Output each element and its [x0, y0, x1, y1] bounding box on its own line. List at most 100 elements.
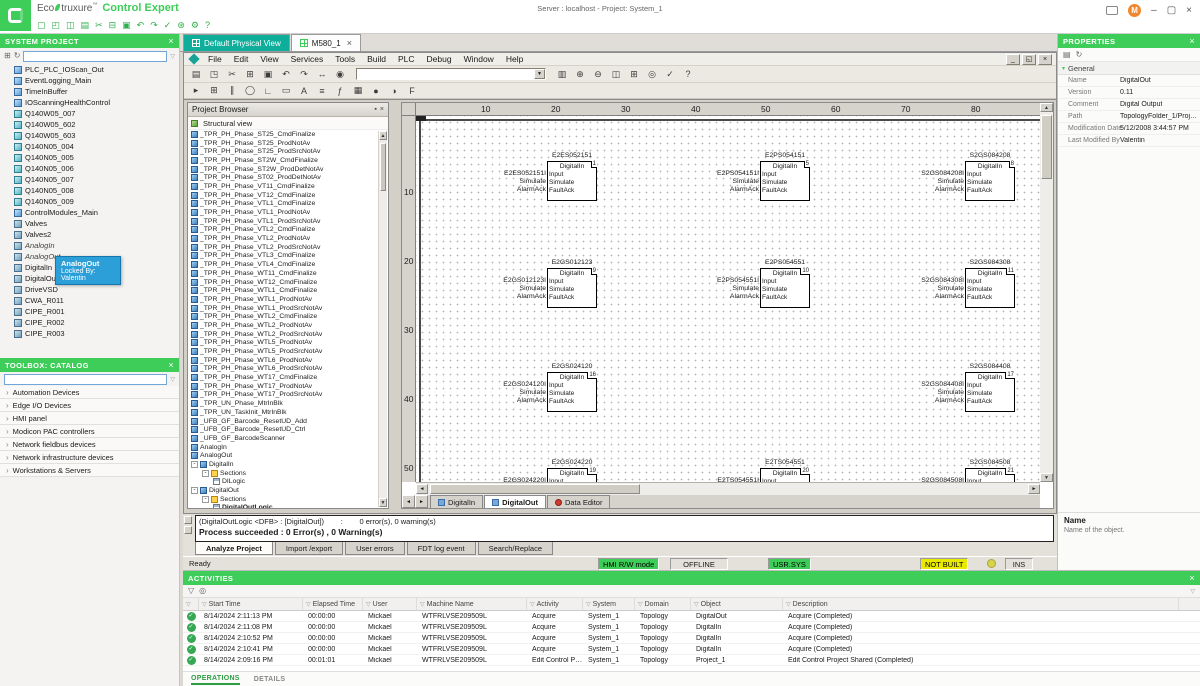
tree-item-controlmodules-main[interactable]: ControlModules_Main: [0, 207, 179, 218]
filter-icon[interactable]: ▽: [530, 601, 535, 608]
close-panel-icon[interactable]: ×: [1189, 573, 1195, 583]
browser-item-tpr-ph-phase-wtl2-cmdfinalize[interactable]: _TPR_PH_Phase_WTL2_CmdFinalize: [188, 312, 378, 321]
insert-text-icon[interactable]: A: [296, 84, 312, 98]
filter-icon[interactable]: ▽: [366, 601, 371, 608]
fbd-block-e2ps054151[interactable]: E2PS054151E2PS054151ISimulateAlarmAck5Di…: [704, 161, 812, 219]
system-search-input[interactable]: [23, 51, 167, 62]
scroll-up-icon[interactable]: ▲: [379, 131, 387, 140]
column-header-domain[interactable]: ▽Domain: [635, 598, 691, 610]
browser-item-tpr-ph-phase-wtl2-prodsrcnotav[interactable]: _TPR_PH_Phase_WTL2_ProdSrcNotAv: [188, 330, 378, 339]
tree-item-plc-plc-ioscan-out[interactable]: PLC_PLC_IOScan_Out: [0, 64, 179, 75]
toolbox-item-automation-devices[interactable]: ›Automation Devices: [0, 386, 179, 399]
browser-item-sections[interactable]: -Sections: [188, 495, 378, 504]
filter-icon[interactable]: ▽: [786, 601, 791, 608]
expander-icon[interactable]: -: [202, 496, 209, 503]
close-window-icon[interactable]: ×: [1038, 54, 1052, 65]
browser-item-tpr-ph-phase-wtl6-prodsrcnotav[interactable]: _TPR_PH_Phase_WTL6_ProdSrcNotAv: [188, 365, 378, 374]
cut-icon[interactable]: ✂: [224, 67, 240, 81]
output-tab-search-replace[interactable]: Search/Replace: [478, 542, 553, 555]
sync-icon[interactable]: ↻: [14, 51, 21, 61]
column-header-start-time[interactable]: ▽Start Time: [199, 598, 303, 610]
close-panel-icon[interactable]: ×: [168, 36, 174, 46]
browser-item-sections[interactable]: -Sections: [188, 469, 378, 478]
tree-item-q140n05-009[interactable]: Q140N05_009: [0, 196, 179, 207]
browser-item-tpr-ph-phase-vtl2-prodnotav[interactable]: _TPR_PH_Phase_VTL2_ProdNotAv: [188, 234, 378, 243]
copy-icon[interactable]: ⊟: [109, 19, 117, 31]
browser-item-digitaloutlogic[interactable]: DigitalOutLogic: [188, 504, 378, 508]
browser-item-tpr-ph-phase-wt17-cmdfinalize[interactable]: _TPR_PH_Phase_WT17_CmdFinalize: [188, 373, 378, 382]
browser-item-tpr-ph-phase-wtl1-prodnotav[interactable]: _TPR_PH_Phase_WTL1_ProdNotAv: [188, 295, 378, 304]
menu-tools[interactable]: Tools: [329, 54, 361, 64]
toolbox-item-network-fieldbus-devices[interactable]: ›Network fieldbus devices: [0, 438, 179, 451]
redo-icon[interactable]: ↷: [296, 67, 312, 81]
inspect-icon[interactable]: ◎: [644, 67, 660, 81]
tab-scroll-left-icon[interactable]: ◄: [402, 495, 415, 508]
browser-item-tpr-ph-phase-wt11-cmdfinalize[interactable]: _TPR_PH_Phase_WT11_CmdFinalize: [188, 269, 378, 278]
save-icon[interactable]: ◫: [66, 19, 75, 31]
tree-item-cipe-r001[interactable]: CIPE_R001: [0, 306, 179, 317]
chevron-down-icon[interactable]: ▼: [534, 69, 545, 79]
find-replace-icon[interactable]: ◉: [332, 67, 348, 81]
browser-item-tpr-ph-phase-wt12-cmdfinalize[interactable]: _TPR_PH_Phase_WT12_CmdFinalize: [188, 278, 378, 287]
toolbox-item-modicon-pac-controllers[interactable]: ›Modicon PAC controllers: [0, 425, 179, 438]
filter-icon[interactable]: ▽: [638, 601, 643, 608]
browser-item-tpr-ph-phase-vtl2-prodsrcnotav[interactable]: _TPR_PH_Phase_VTL2_ProdSrcNotAv: [188, 243, 378, 252]
cut-icon[interactable]: ✂: [95, 19, 103, 31]
browser-item-tpr-ph-phase-vtl4-cmdfinalize[interactable]: _TPR_PH_Phase_VTL4_CmdFinalize: [188, 260, 378, 269]
output-window-icon[interactable]: [184, 516, 192, 524]
search-icon[interactable]: ◎: [199, 586, 206, 596]
fbd-block-s2gs084408[interactable]: S2GS084408S2GS084408ISimulateAlarmAck17D…: [909, 372, 1017, 430]
output-options-icon[interactable]: [184, 526, 192, 534]
browser-item-tpr-ph-phase-vtl1-prodnotav[interactable]: _TPR_PH_Phase_VTL1_ProdNotAv: [188, 208, 378, 217]
browser-item-ufb-gf-barcode-resetud-add[interactable]: _UFB_GF_Barcode_ResetUD_Add: [188, 417, 378, 426]
column-header-status[interactable]: ▽: [183, 598, 199, 610]
tree-item-q140w05-602[interactable]: Q140W05_602: [0, 119, 179, 130]
activity-row[interactable]: ✓8/14/2024 2:09:16 PM00:01:01MickaelWTFR…: [183, 655, 1200, 666]
expander-icon[interactable]: -: [191, 461, 198, 468]
watch-icon[interactable]: ◑: [386, 84, 402, 98]
output-tab-fdt-log-event[interactable]: FDT log event: [407, 542, 476, 555]
tree-item-q140n05-004[interactable]: Q140N05_004: [0, 141, 179, 152]
toolbox-item-network-infrastructure-devices[interactable]: ›Network infrastructure devices: [0, 451, 179, 464]
tree-item-q140n05-008[interactable]: Q140N05_008: [0, 185, 179, 196]
browser-item-analogin[interactable]: AnalogIn: [188, 443, 378, 452]
menu-plc[interactable]: PLC: [392, 54, 421, 64]
column-header-system[interactable]: ▽System: [583, 598, 635, 610]
browser-item-tpr-ph-phase-wtl1-cmdfinalize[interactable]: _TPR_PH_Phase_WTL1_CmdFinalize: [188, 286, 378, 295]
scroll-down-icon[interactable]: ▼: [379, 498, 387, 507]
menu-view[interactable]: View: [254, 54, 284, 64]
filter-icon[interactable]: ▽: [170, 376, 175, 383]
print-icon[interactable]: ▤: [81, 19, 90, 31]
insert-ffb-icon[interactable]: ⊞: [206, 84, 222, 98]
tree-item-ioscanninghealthcontrol[interactable]: IOScanningHealthControl: [0, 97, 179, 108]
menu-file[interactable]: File: [202, 54, 228, 64]
browser-item-tpr-ph-phase-wtl1-prodsrcnotav[interactable]: _TPR_PH_Phase_WTL1_ProdSrcNotAv: [188, 304, 378, 313]
section-tab-data-editor[interactable]: Data Editor: [547, 495, 611, 508]
variable-combobox[interactable]: ▼: [356, 68, 546, 80]
tab-scroll-right-icon[interactable]: ►: [415, 495, 428, 508]
minimize-window-icon[interactable]: _: [1006, 54, 1020, 65]
output-tab-analyze-project[interactable]: Analyze Project: [195, 542, 273, 555]
open-project-icon[interactable]: ◰: [52, 19, 61, 31]
column-header-user[interactable]: ▽User: [363, 598, 417, 610]
column-header-elapsed-time[interactable]: ▽Elapsed Time: [303, 598, 363, 610]
tree-item-q140n05-006[interactable]: Q140N05_006: [0, 163, 179, 174]
properties-section-general[interactable]: ▾ General: [1058, 62, 1200, 75]
zoom-in-icon[interactable]: ⊕: [572, 67, 588, 81]
toolbox-item-workstations-servers[interactable]: ›Workstations & Servers: [0, 464, 179, 477]
feedback-chat-icon[interactable]: [1106, 6, 1118, 15]
fbd-block-e2gs012123[interactable]: E2GS012123E2GS012123ISimulateAlarmAck9Di…: [491, 268, 599, 326]
browser-item-digitalout[interactable]: -DigitalOut: [188, 486, 378, 495]
close-button[interactable]: ×: [1186, 5, 1192, 16]
menu-edit[interactable]: Edit: [228, 54, 255, 64]
expander-icon[interactable]: -: [202, 470, 209, 477]
insert-link-icon[interactable]: ∟: [260, 84, 276, 98]
fbd-block-s2gs084308[interactable]: S2GS084308S2GS084308ISimulateAlarmAck11D…: [909, 268, 1017, 326]
category-view-icon[interactable]: ▤: [1063, 50, 1071, 60]
filter-icon[interactable]: ▽: [586, 601, 591, 608]
column-header-description[interactable]: ▽Description: [783, 598, 1179, 610]
toolbox-search-input[interactable]: [4, 374, 167, 385]
fbd-block-e2es052151[interactable]: E2ES052151E2ES052151ISimulateAlarmAck1Di…: [491, 161, 599, 219]
toolbox-item-edge-i-o-devices[interactable]: ›Edge I/O Devices: [0, 399, 179, 412]
undo-icon[interactable]: ↶: [278, 67, 294, 81]
